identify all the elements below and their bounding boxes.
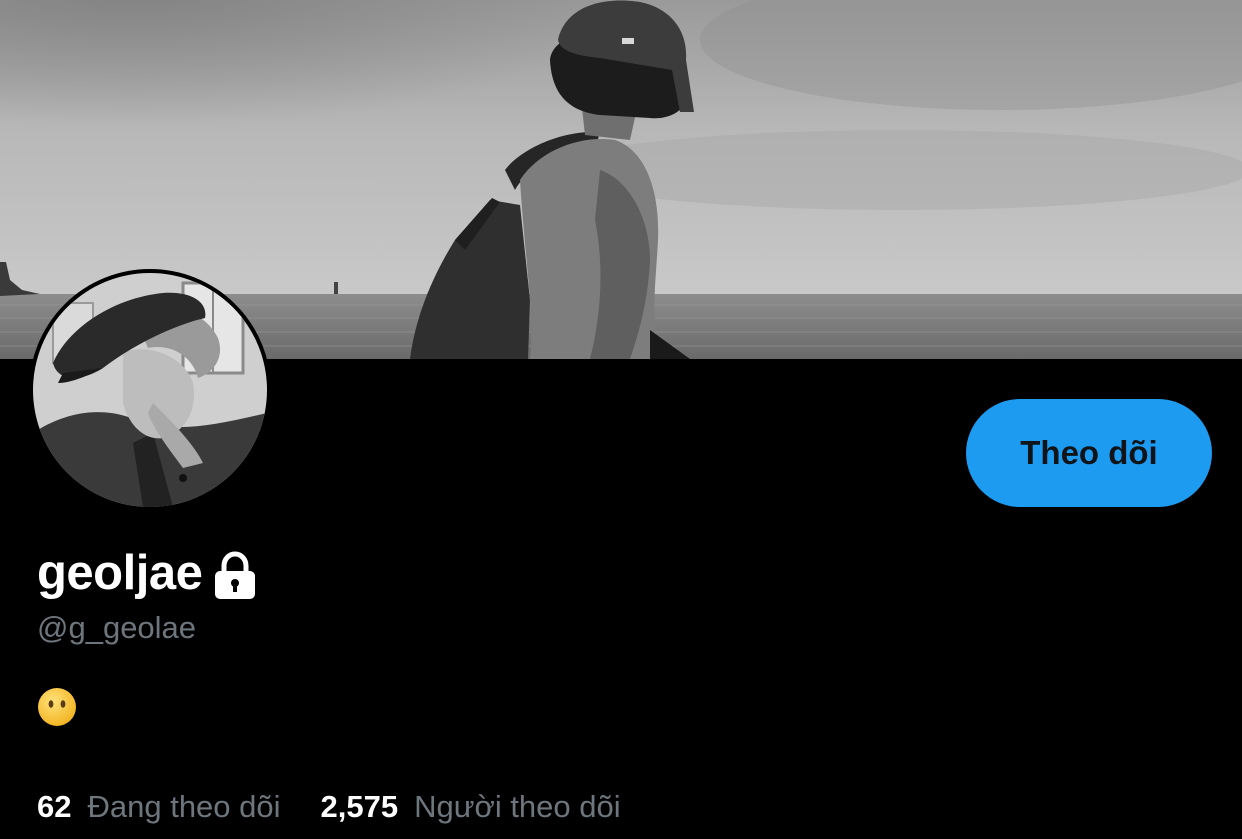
- profile-stats: 62 Đang theo dõi 2,575 Người theo dõi: [37, 784, 621, 830]
- display-name: geoljae: [37, 546, 203, 600]
- following-stat[interactable]: 62 Đang theo dõi: [37, 789, 281, 825]
- avatar-photo: [33, 273, 267, 507]
- follow-button[interactable]: Theo dõi: [966, 399, 1212, 507]
- following-count: 62: [37, 789, 72, 824]
- profile-avatar[interactable]: [29, 269, 271, 511]
- bio-emoji-face-without-mouth: [36, 686, 78, 728]
- followers-count: 2,575: [320, 789, 399, 824]
- following-label: Đang theo dõi: [87, 789, 281, 824]
- followers-stat[interactable]: 2,575 Người theo dõi: [321, 789, 621, 825]
- followers-label: Người theo dõi: [414, 789, 621, 824]
- profile-handle: @g_geolae: [37, 610, 197, 645]
- lock-icon: [211, 551, 259, 601]
- profile-name-row: geoljae: [37, 541, 259, 605]
